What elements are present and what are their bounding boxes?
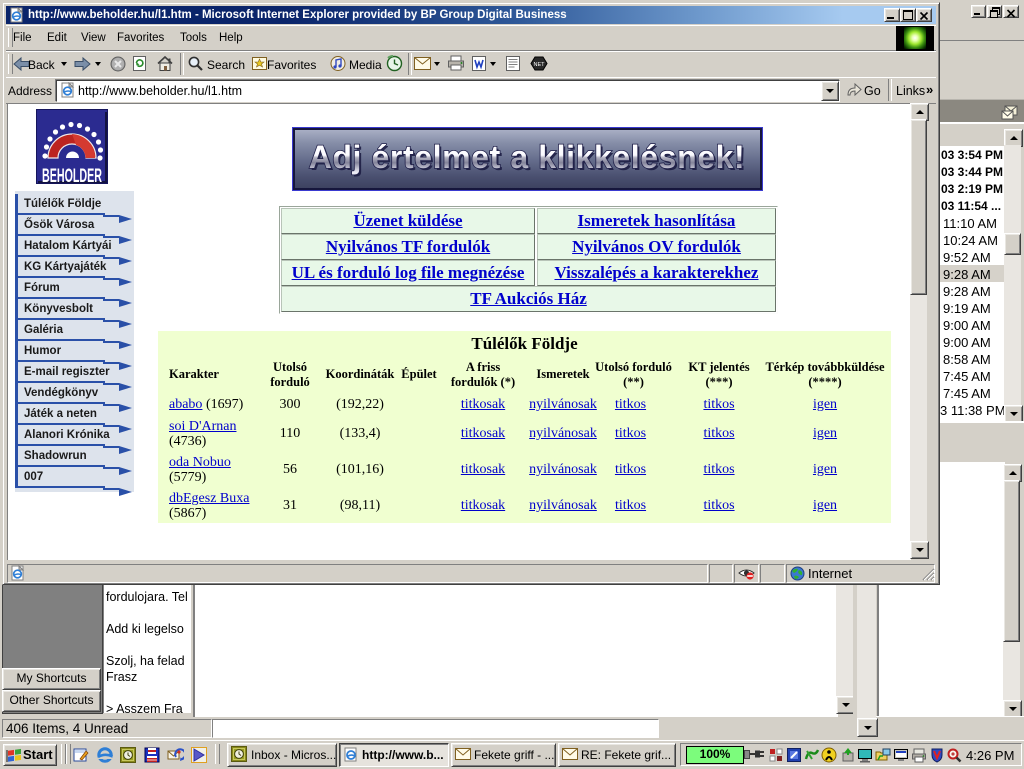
svg-text:Adj értelmet a klikkelésnek!: Adj értelmet a klikkelésnek! [309, 139, 746, 175]
svg-text:NET: NET [534, 62, 546, 68]
svg-text:BEHOLDER: BEHOLDER [42, 165, 102, 184]
